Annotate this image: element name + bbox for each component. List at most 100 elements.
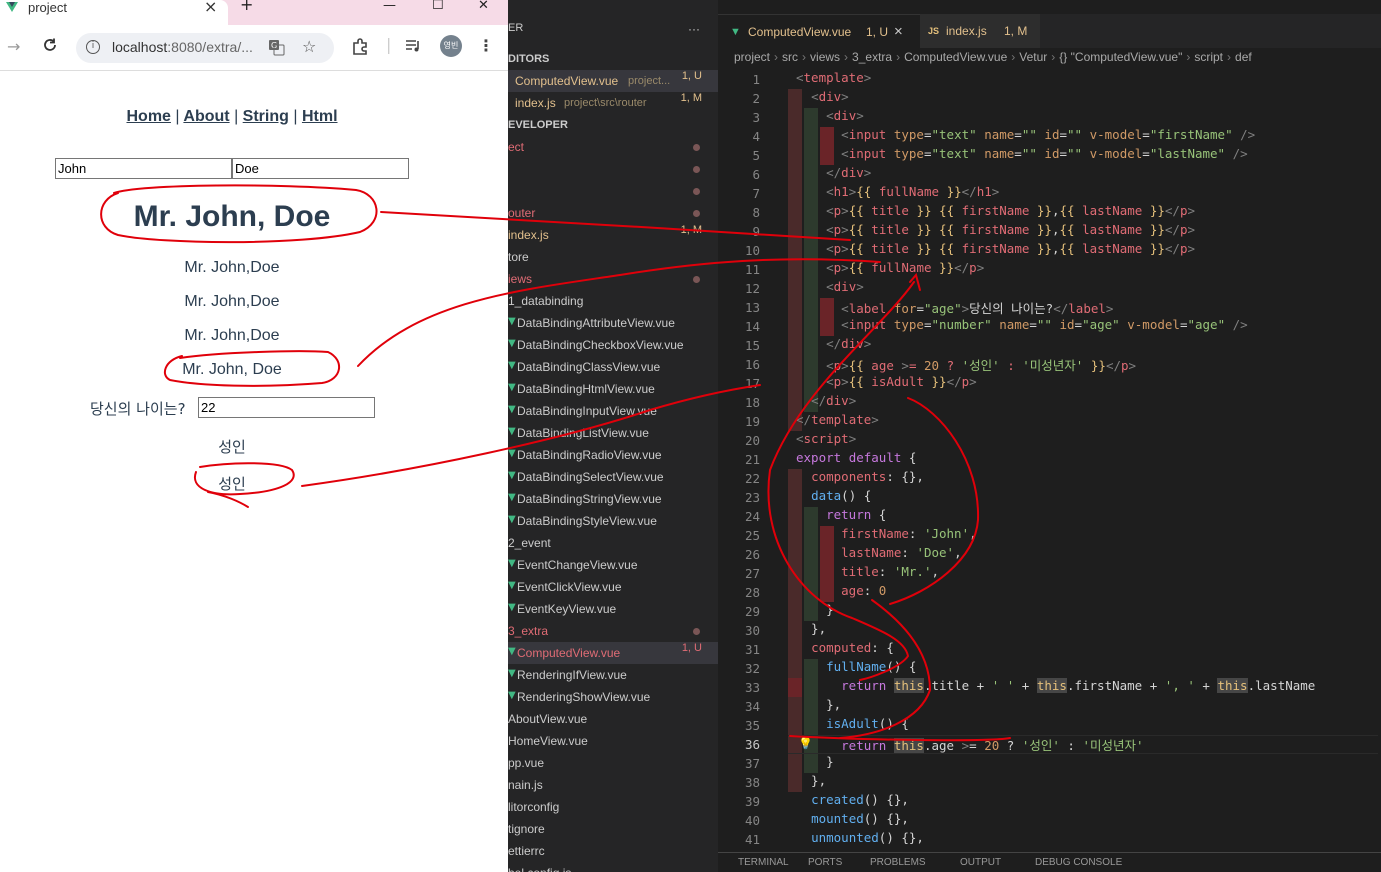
close-tab-icon[interactable]: × bbox=[894, 15, 903, 49]
explorer-tree-item[interactable]: index.js 1, M bbox=[508, 224, 718, 246]
explorer-tree-item[interactable]: 2_event bbox=[508, 532, 718, 554]
panel-tab[interactable]: PORTS bbox=[808, 857, 842, 868]
code-line[interactable]: mounted() {}, bbox=[796, 811, 909, 830]
open-editor-item[interactable]: index.js project\src\router 1, M bbox=[508, 92, 718, 114]
breadcrumb-item[interactable]: script bbox=[1194, 50, 1223, 64]
explorer-tree-item[interactable]: litorconfig bbox=[508, 796, 718, 818]
explorer-tree-item[interactable]: ▼ RenderingShowView.vue bbox=[508, 686, 718, 708]
explorer-tree-item[interactable]: HomeView.vue bbox=[508, 730, 718, 752]
age-input[interactable] bbox=[198, 397, 375, 418]
explorer-tree-item[interactable]: ▼ DataBindingAttributeView.vue bbox=[508, 312, 718, 334]
code-line[interactable]: components: {}, bbox=[796, 469, 924, 488]
code-line[interactable]: isAdult() { bbox=[796, 716, 909, 735]
explorer-tree-item[interactable]: ▼ RenderingIfView.vue bbox=[508, 664, 718, 686]
code-line[interactable]: return this.title + ' ' + this.firstName… bbox=[796, 678, 1315, 697]
explorer-tree-item[interactable]: 3_extra bbox=[508, 620, 718, 642]
first-name-input[interactable] bbox=[55, 158, 232, 179]
breadcrumb-item[interactable]: {} "ComputedView.vue" bbox=[1059, 50, 1182, 64]
code-line[interactable]: </div> bbox=[796, 336, 871, 355]
media-control-icon[interactable] bbox=[404, 37, 422, 59]
explorer-tree-item[interactable]: ▼ EventKeyView.vue bbox=[508, 598, 718, 620]
tab-indexjs[interactable]: JS index.js 1, M bbox=[920, 14, 1040, 48]
code-line[interactable]: <div> bbox=[796, 89, 849, 108]
code-line[interactable]: return { bbox=[796, 507, 886, 526]
code-line[interactable]: <p>{{ title }} {{ firstName }},{{ lastNa… bbox=[796, 222, 1195, 241]
breadcrumb-item[interactable]: ComputedView.vue bbox=[904, 50, 1007, 64]
explorer-tree-item[interactable]: pp.vue bbox=[508, 752, 718, 774]
explorer-menu-icon[interactable]: ··· bbox=[688, 22, 700, 36]
code-line[interactable]: <input type="text" name="" id="" v-model… bbox=[796, 146, 1248, 165]
code-line[interactable]: <template> bbox=[796, 70, 871, 89]
code-line[interactable]: fullName() { bbox=[796, 659, 916, 678]
explorer-tree-item[interactable]: ect bbox=[508, 136, 718, 158]
code-line[interactable]: } bbox=[796, 754, 834, 773]
explorer-tree-item[interactable]: ▼ ComputedView.vue 1, U bbox=[508, 642, 718, 664]
translate-icon[interactable]: G bbox=[268, 39, 285, 60]
tab-computedview[interactable]: ▼ ComputedView.vue 1, U × bbox=[718, 14, 920, 48]
maximize-button[interactable]: ☐ bbox=[432, 0, 444, 13]
code-line[interactable]: <input type="text" name="" id="" v-model… bbox=[796, 127, 1255, 146]
explorer-tree-item[interactable]: ▼ DataBindingCheckboxView.vue bbox=[508, 334, 718, 356]
explorer-tree-item[interactable]: ettierrc bbox=[508, 840, 718, 862]
open-editor-item[interactable]: ComputedView.vue project... 1, U bbox=[508, 70, 718, 92]
breadcrumb-item[interactable]: Vetur bbox=[1019, 50, 1047, 64]
breadcrumb-item[interactable]: def bbox=[1235, 50, 1252, 64]
explorer-tree-item[interactable]: 1_databinding bbox=[508, 290, 718, 312]
explorer-tree-item[interactable]: ▼ DataBindingStyleView.vue bbox=[508, 510, 718, 532]
code-line[interactable]: computed: { bbox=[796, 640, 894, 659]
code-line[interactable]: <div> bbox=[796, 108, 864, 127]
code-line[interactable]: firstName: 'John', bbox=[796, 526, 976, 545]
lightbulb-icon[interactable]: 💡 bbox=[798, 736, 813, 750]
explorer-tree-item[interactable]: ▼ DataBindingStringView.vue bbox=[508, 488, 718, 510]
breadcrumb-item[interactable]: views bbox=[810, 50, 840, 64]
code-line[interactable]: }, bbox=[796, 621, 826, 640]
panel-tab[interactable]: PROBLEMS bbox=[870, 857, 926, 868]
code-line[interactable]: export default { bbox=[796, 450, 916, 469]
bookmark-star-icon[interactable]: ☆ bbox=[302, 37, 316, 56]
new-tab-button[interactable]: + bbox=[240, 0, 253, 14]
explorer-tree-item[interactable]: ▼ DataBindingSelectView.vue bbox=[508, 466, 718, 488]
code-line[interactable]: age: 0 bbox=[796, 583, 886, 602]
panel-tab[interactable]: TERMINAL bbox=[738, 857, 789, 868]
explorer-tree-item[interactable]: ▼ DataBindingClassView.vue bbox=[508, 356, 718, 378]
code-line[interactable]: <p>{{ fullName }}</p> bbox=[796, 260, 984, 279]
nav-link-about[interactable]: About bbox=[183, 108, 229, 125]
explorer-tree-item[interactable]: AboutView.vue bbox=[508, 708, 718, 730]
code-line[interactable]: <p>{{ title }} {{ firstName }},{{ lastNa… bbox=[796, 203, 1195, 222]
code-line[interactable]: <h1>{{ fullName }}</h1> bbox=[796, 184, 999, 203]
code-line[interactable]: <p>{{ age >= 20 ? '성인' : '미성년자' }}</p> bbox=[796, 355, 1136, 374]
code-line[interactable]: } bbox=[796, 602, 834, 621]
last-name-input[interactable] bbox=[232, 158, 409, 179]
code-line[interactable]: unmounted() {}, bbox=[796, 830, 924, 849]
explorer-tree-item[interactable]: ▼ DataBindingHtmlView.vue bbox=[508, 378, 718, 400]
code-line[interactable]: <label for="age">당신의 나이는?</label> bbox=[796, 298, 1113, 317]
browser-tab[interactable]: project × bbox=[0, 0, 228, 25]
code-line[interactable]: </div> bbox=[796, 393, 856, 412]
code-line[interactable]: return this.age >= 20 ? '성인' : '미성년자' bbox=[796, 735, 1144, 754]
open-editors-section[interactable]: DITORS bbox=[508, 48, 549, 70]
breadcrumb-item[interactable]: project bbox=[734, 50, 770, 64]
code-line[interactable]: </div> bbox=[796, 165, 871, 184]
code-line[interactable]: <script> bbox=[796, 431, 856, 450]
code-line[interactable]: }, bbox=[796, 773, 826, 792]
panel-tab[interactable]: DEBUG CONSOLE bbox=[1035, 857, 1122, 868]
explorer-tree-item[interactable]: ▼ EventClickView.vue bbox=[508, 576, 718, 598]
workspace-section[interactable]: EVELOPER bbox=[508, 114, 568, 136]
reload-icon[interactable] bbox=[42, 37, 58, 57]
explorer-tree-item[interactable]: tignore bbox=[508, 818, 718, 840]
close-window-button[interactable]: ✕ bbox=[478, 0, 489, 13]
nav-link-string[interactable]: String bbox=[243, 108, 289, 125]
close-tab-icon[interactable]: × bbox=[204, 0, 217, 16]
explorer-tree-item[interactable]: ▼ DataBindingRadioView.vue bbox=[508, 444, 718, 466]
code-line[interactable]: created() {}, bbox=[796, 792, 909, 811]
site-info-icon[interactable]: i bbox=[86, 40, 100, 54]
code-line[interactable]: <div> bbox=[796, 279, 864, 298]
profile-avatar[interactable]: 영빈 bbox=[440, 35, 462, 57]
code-line[interactable]: <p>{{ title }} {{ firstName }},{{ lastNa… bbox=[796, 241, 1195, 260]
explorer-tree-item[interactable]: nain.js bbox=[508, 774, 718, 796]
explorer-tree-item[interactable]: bel.config.js bbox=[508, 862, 718, 872]
code-line[interactable]: <input type="number" name="" id="age" v-… bbox=[796, 317, 1248, 336]
code-line[interactable]: title: 'Mr.', bbox=[796, 564, 939, 583]
code-line[interactable]: <p>{{ isAdult }}</p> bbox=[796, 374, 977, 393]
explorer-tree-item[interactable]: ▼ EventChangeView.vue bbox=[508, 554, 718, 576]
